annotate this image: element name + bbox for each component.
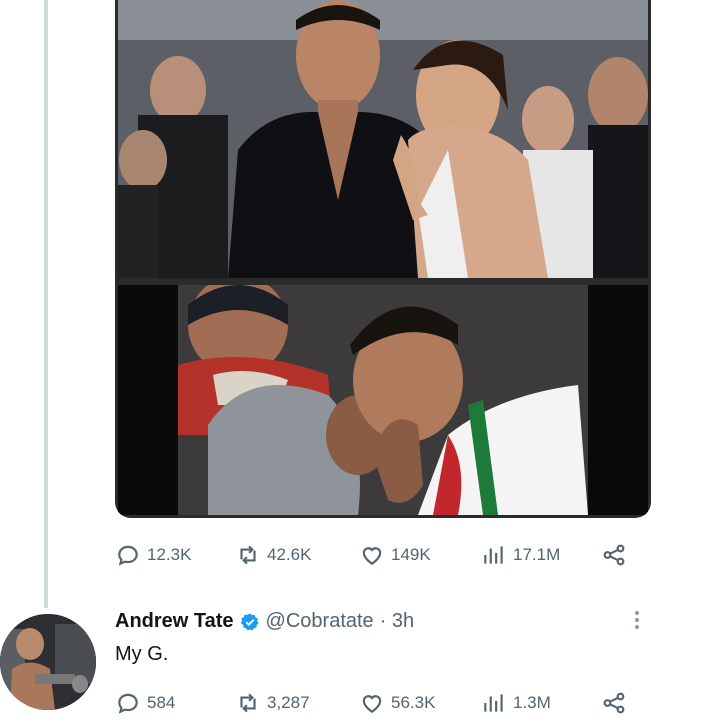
reply-retweet-count: 3,287	[267, 693, 310, 712]
views-count: 17.1M	[513, 545, 561, 564]
share-icon	[603, 544, 625, 566]
share-button[interactable]	[601, 542, 627, 568]
like-button[interactable]: 149K	[359, 542, 431, 568]
reply-like-count: 56.3K	[391, 693, 436, 712]
like-count: 149K	[391, 545, 431, 564]
like-icon	[362, 695, 382, 713]
like-icon	[362, 547, 382, 565]
reply-icon	[118, 693, 138, 714]
reply-count: 12.3K	[147, 545, 192, 564]
reply-share-button[interactable]	[601, 690, 627, 716]
reply-views-button[interactable]: 1.3M	[481, 690, 551, 716]
reply-header: Andrew Tate @Cobratate · 3h	[115, 610, 414, 633]
retweet-icon	[240, 693, 256, 713]
retweet-icon	[240, 545, 256, 565]
more-icon[interactable]	[626, 608, 648, 638]
retweet-button[interactable]: 42.6K	[235, 542, 311, 568]
retweet-count: 42.6K	[267, 545, 312, 564]
share-icon	[603, 692, 625, 714]
verified-icon[interactable]	[240, 612, 260, 632]
reply-timestamp[interactable]: · 3h	[380, 610, 414, 633]
avatar[interactable]	[0, 614, 96, 710]
tweet-media[interactable]	[115, 0, 651, 518]
reply-author-name[interactable]: Andrew Tate	[115, 610, 234, 633]
views-button[interactable]: 17.1M	[481, 542, 560, 568]
reply-views-count: 1.3M	[513, 693, 551, 712]
reply-retweet-button[interactable]: 3,287	[235, 690, 310, 716]
reply-reply-button[interactable]: 584	[115, 690, 175, 716]
reply-like-button[interactable]: 56.3K	[359, 690, 435, 716]
reply-handle[interactable]: @Cobratate	[266, 610, 374, 633]
reply-action-bar: 584 3,287 56.3K 1.3M	[115, 686, 635, 720]
media-photo-kiss[interactable]	[118, 285, 648, 515]
media-photo-red-carpet[interactable]	[118, 0, 648, 278]
views-icon	[484, 694, 503, 712]
reply-button[interactable]: 12.3K	[115, 542, 191, 568]
reply-icon	[118, 545, 138, 566]
reply-text: My G.	[115, 643, 169, 665]
reply-reply-count: 584	[147, 693, 176, 712]
views-icon	[484, 546, 503, 564]
thread-line	[44, 0, 48, 608]
tweet-action-bar: 12.3K 42.6K 149K 17.1M	[115, 538, 635, 572]
